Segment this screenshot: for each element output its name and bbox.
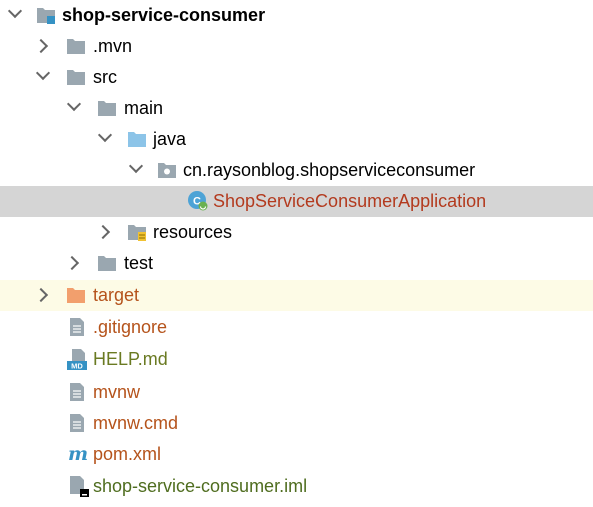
module-folder-icon — [37, 8, 55, 24]
folder-icon — [67, 39, 85, 54]
tree-row-target[interactable]: target — [0, 280, 593, 311]
tree-label: resources — [153, 222, 233, 242]
excluded-folder-icon — [67, 288, 85, 303]
tree-label: mvnw.cmd — [93, 413, 179, 433]
source-root-folder-icon — [128, 132, 146, 147]
folder-icon — [67, 70, 85, 85]
text-file-icon — [70, 383, 84, 401]
chevron-down-icon[interactable] — [35, 65, 51, 81]
tree-row-mvnw-cmd[interactable]: mvnw.cmd — [0, 408, 593, 439]
svg-text:MD: MD — [71, 362, 83, 371]
text-file-icon — [70, 318, 84, 336]
project-tree: shop-service-consumer .mvn src main java — [0, 0, 593, 507]
chevron-down-icon[interactable] — [66, 96, 82, 112]
tree-row-test[interactable]: test — [0, 248, 593, 279]
folder-icon — [98, 256, 116, 271]
tree-label: pom.xml — [93, 444, 162, 464]
tree-label: main — [124, 98, 164, 118]
tree-label: .mvn — [93, 36, 133, 56]
tree-row-application-class[interactable]: C ShopServiceConsumerApplication — [0, 186, 593, 217]
tree-label: HELP.md — [93, 349, 168, 369]
chevron-right-icon[interactable] — [64, 255, 80, 271]
spring-boot-class-icon: C — [188, 191, 208, 211]
tree-row-gitignore[interactable]: .gitignore — [0, 312, 593, 343]
tree-label: src — [93, 67, 117, 87]
chevron-right-icon[interactable] — [95, 224, 111, 240]
tree-row-pom[interactable]: m pom.xml — [0, 439, 593, 470]
tree-label: java — [153, 129, 187, 149]
tree-row-mvn[interactable]: .mvn — [0, 31, 593, 62]
tree-label: target — [93, 285, 140, 305]
iml-file-icon — [70, 476, 89, 497]
tree-row-root[interactable]: shop-service-consumer — [0, 0, 593, 31]
package-icon — [158, 163, 176, 178]
resources-folder-icon — [128, 225, 146, 241]
tree-label: mvnw — [93, 382, 141, 402]
tree-row-help[interactable]: MD HELP.md — [0, 344, 593, 375]
chevron-down-icon[interactable] — [7, 3, 23, 19]
tree-label: cn.raysonblog.shopserviceconsumer — [183, 160, 476, 180]
tree-label: shop-service-consumer — [62, 5, 266, 25]
tree-row-iml[interactable]: shop-service-consumer.iml — [0, 471, 593, 502]
tree-row-src[interactable]: src — [0, 62, 593, 93]
maven-icon: m — [68, 444, 88, 464]
tree-row-package[interactable]: cn.raysonblog.shopserviceconsumer — [0, 155, 593, 186]
tree-row-java[interactable]: java — [0, 124, 593, 155]
tree-label: .gitignore — [93, 317, 168, 337]
tree-row-resources[interactable]: resources — [0, 217, 593, 248]
chevron-down-icon[interactable] — [97, 127, 113, 143]
tree-label: ShopServiceConsumerApplication — [213, 191, 487, 211]
tree-row-mvnw[interactable]: mvnw — [0, 377, 593, 408]
markdown-file-icon: MD — [67, 349, 87, 371]
text-file-icon — [70, 414, 84, 432]
svg-text:m: m — [68, 444, 88, 464]
tree-row-main[interactable]: main — [0, 93, 593, 124]
folder-icon — [98, 101, 116, 116]
chevron-down-icon[interactable] — [128, 158, 144, 174]
tree-label: shop-service-consumer.iml — [93, 476, 308, 496]
chevron-right-icon[interactable] — [33, 287, 49, 303]
tree-label: test — [124, 253, 154, 273]
chevron-right-icon[interactable] — [33, 38, 49, 54]
